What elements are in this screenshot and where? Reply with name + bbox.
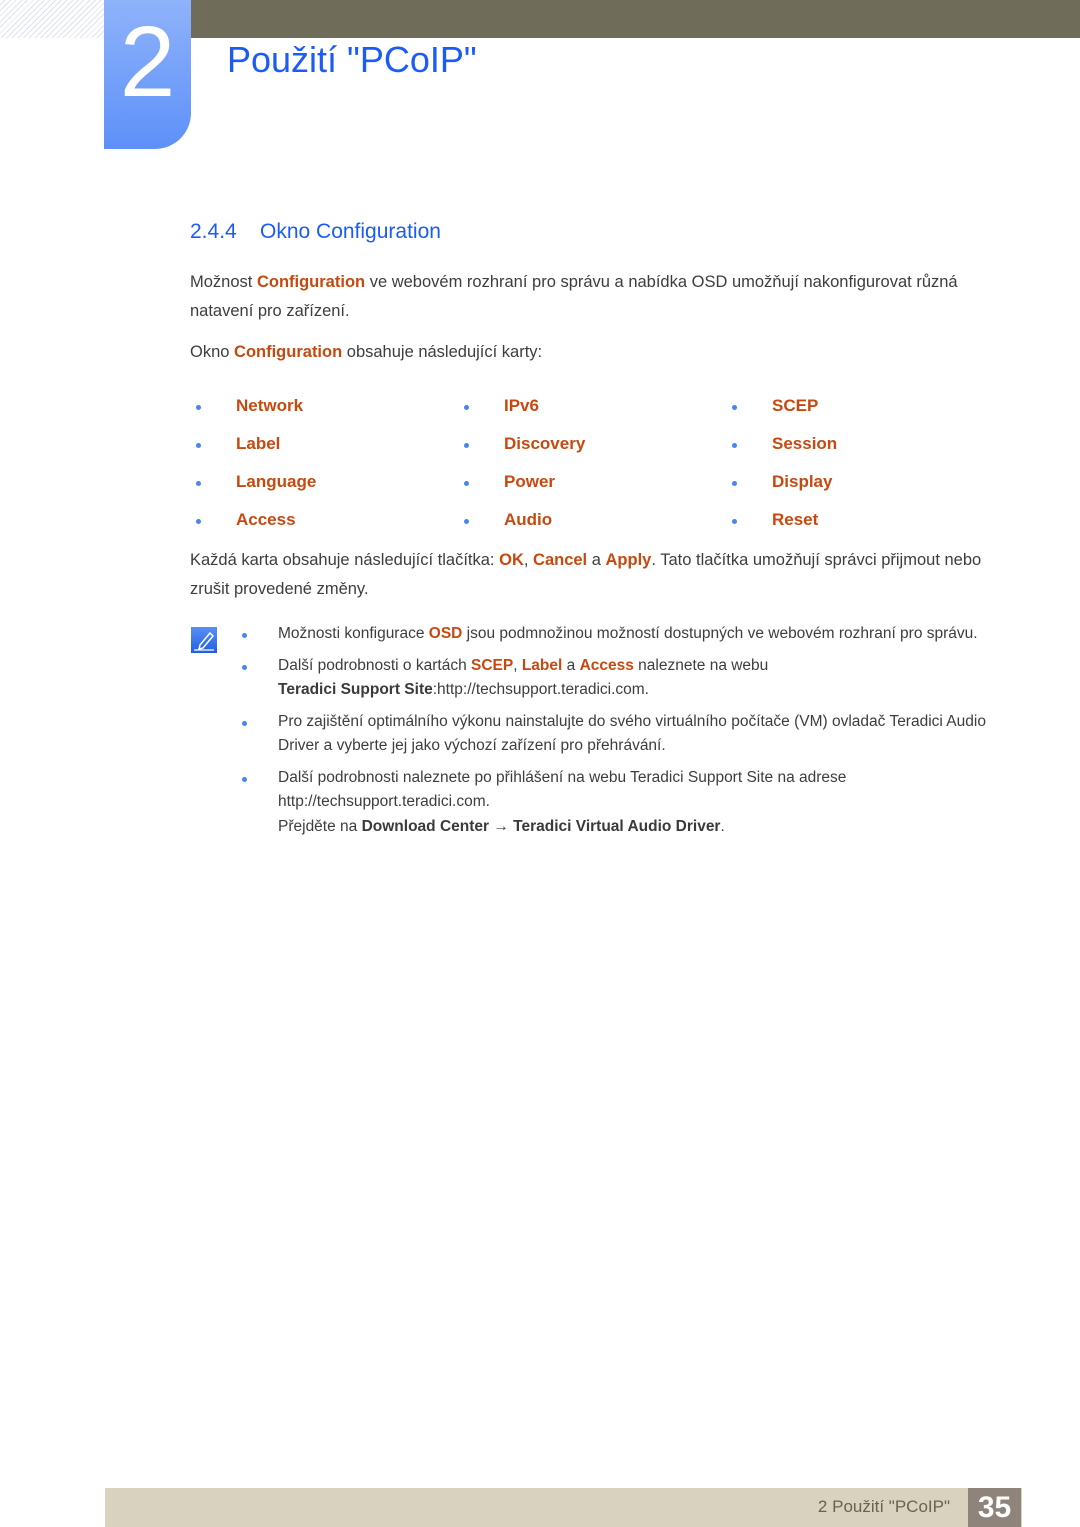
chapter-number: 2: [119, 6, 176, 118]
text: ,: [523, 551, 534, 569]
text: Možnosti konfigurace: [278, 625, 429, 642]
bullet-icon: [464, 405, 469, 410]
tabs-row: Language Power Display: [190, 468, 1010, 506]
note-item: Další podrobnosti naleznete po přihlášen…: [240, 766, 1000, 840]
tabs-intro-paragraph: Okno Configuration obsahuje následující …: [190, 338, 1010, 367]
text: ,: [513, 656, 522, 674]
text: Přejděte na: [278, 817, 362, 835]
section-heading: 2.4.4 Okno Configuration: [190, 221, 441, 242]
apply-term: Apply: [605, 551, 652, 569]
support-url[interactable]: http://techsupport.teradici.com.: [278, 793, 490, 810]
bullet-icon: [196, 405, 201, 410]
header-hatch-decoration: [0, 0, 104, 38]
bullet-icon: [242, 633, 247, 638]
note-item: Další podrobnosti o kartách SCEP, Label …: [240, 654, 1000, 703]
chapter-title: Použití "PCoIP": [227, 39, 477, 80]
tab-label[interactable]: Session: [772, 430, 837, 458]
footer-chapter-label: 2 Použití "PCoIP": [817, 1497, 950, 1516]
tab-label[interactable]: IPv6: [504, 392, 539, 420]
scep-term: SCEP: [471, 656, 514, 674]
download-center-term: Download Center: [361, 817, 490, 835]
tabs-row: Network IPv6 SCEP: [190, 392, 1010, 430]
bullet-icon: [196, 481, 201, 486]
tab-label[interactable]: Power: [504, 468, 555, 496]
text: Každá karta obsahuje následující tlačítk…: [190, 551, 500, 569]
bullet-icon: [242, 720, 247, 726]
support-site-term: Teradici Support Site: [278, 681, 433, 698]
tab-label[interactable]: SCEP: [772, 392, 818, 420]
bullet-icon: [732, 519, 737, 524]
note-item: Pro zajištění optimálního výkonu nainsta…: [240, 710, 1000, 759]
osd-term: OSD: [428, 625, 463, 642]
tabs-row: Label Discovery Session: [190, 430, 1010, 468]
header-bar: [190, 0, 1080, 38]
arrow-icon: →: [489, 817, 514, 835]
ok-term: OK: [499, 551, 524, 569]
chapter-badge: 2: [104, 0, 191, 149]
bullet-icon: [196, 443, 201, 448]
text: Další podrobnosti naleznete po přihlášen…: [278, 768, 847, 786]
text: Pro zajištění optimálního výkonu nainsta…: [278, 712, 986, 755]
text: a: [587, 551, 606, 569]
buttons-paragraph: Každá karta obsahuje následující tlačítk…: [190, 546, 1010, 604]
section-title: Okno Configuration: [260, 220, 441, 243]
text: a: [562, 656, 580, 674]
configuration-term: Configuration: [234, 343, 343, 361]
bullet-icon: [196, 519, 201, 524]
tab-label[interactable]: Audio: [504, 506, 552, 534]
bullet-icon: [732, 443, 737, 448]
note-item: Možnosti konfigurace OSD jsou podmnožino…: [240, 622, 1000, 647]
tab-label[interactable]: Access: [236, 506, 296, 534]
tab-label[interactable]: Language: [236, 468, 316, 496]
bullet-icon: [732, 481, 737, 486]
text: .: [720, 817, 725, 835]
text: obsahuje následující karty:: [342, 343, 543, 361]
notes-list: Možnosti konfigurace OSD jsou podmnožino…: [240, 622, 1000, 846]
cancel-term: Cancel: [533, 551, 588, 569]
configuration-term: Configuration: [256, 273, 366, 291]
support-url[interactable]: :http://techsupport.teradici.com.: [433, 681, 649, 698]
tabs-row: Access Audio Reset: [190, 506, 1010, 544]
bullet-icon: [732, 405, 737, 410]
text: naleznete na webu: [633, 656, 769, 674]
section-number: 2.4.4: [190, 220, 237, 243]
access-term: Access: [579, 656, 634, 674]
text: Další podrobnosti o kartách: [278, 656, 471, 674]
tab-label[interactable]: Network: [236, 392, 303, 420]
bullet-icon: [464, 519, 469, 524]
tab-label[interactable]: Label: [236, 430, 280, 458]
bullet-icon: [242, 664, 247, 670]
tab-label[interactable]: Discovery: [504, 430, 585, 458]
intro-paragraph: Možnost Configuration ve webovém rozhran…: [190, 268, 1010, 326]
bullet-icon: [464, 443, 469, 448]
text: Okno: [190, 343, 235, 361]
label-term: Label: [521, 656, 563, 674]
tabs-list: Network IPv6 SCEP Label Discovery Sessio…: [190, 392, 1010, 544]
tab-label[interactable]: Display: [772, 468, 832, 496]
text: Možnost: [190, 273, 257, 291]
text: jsou podmnožinou možností dostupných ve …: [462, 625, 978, 642]
tab-label[interactable]: Reset: [772, 506, 818, 534]
audio-driver-term: Teradici Virtual Audio Driver: [513, 817, 721, 835]
page-number: 35: [968, 1488, 1021, 1527]
note-pencil-icon: [191, 627, 217, 653]
bullet-icon: [242, 776, 247, 782]
bullet-icon: [464, 481, 469, 486]
